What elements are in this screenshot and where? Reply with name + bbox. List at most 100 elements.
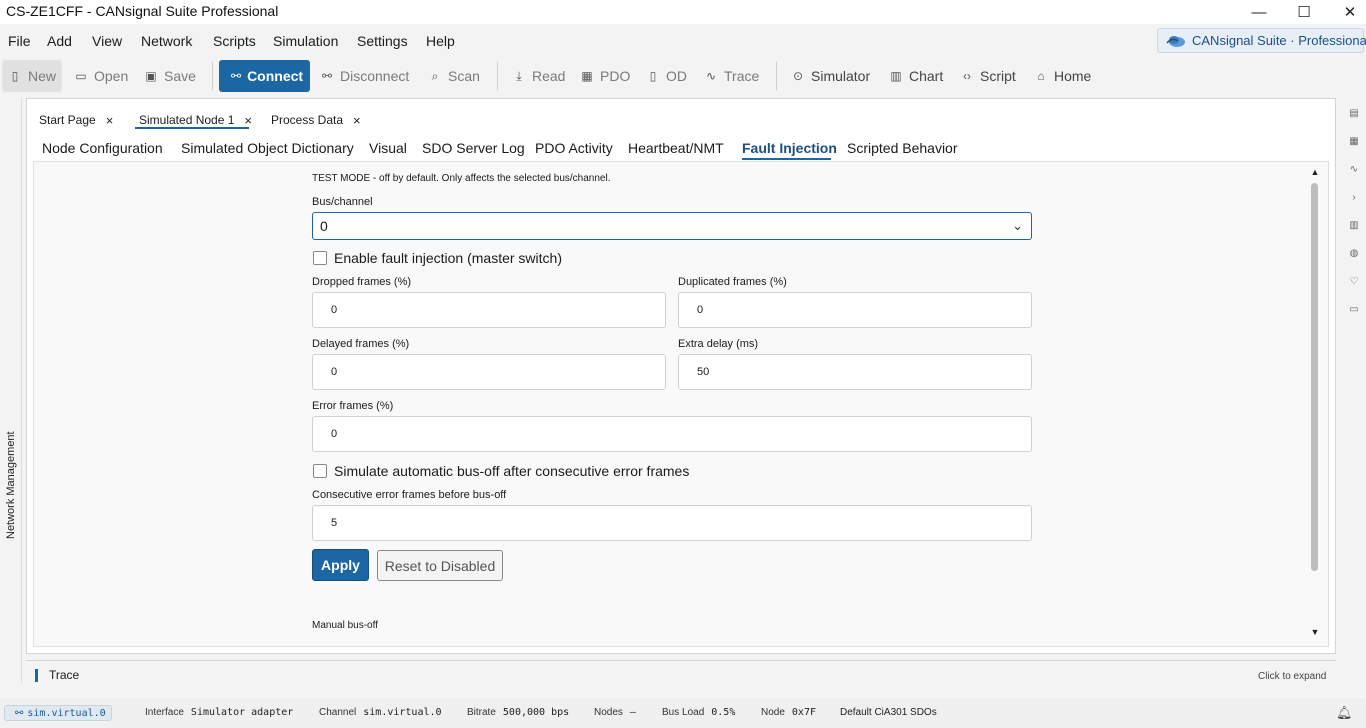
close-icon[interactable]: × [106,113,114,128]
consecutive-error-frames-label: Consecutive error frames before bus-off [312,489,507,501]
right-sidebar: ▤ ▦ ∿ › ▥ ◍ ♡ ▭ [1340,98,1366,684]
subtab-node-configuration[interactable]: Node Configuration [42,140,163,156]
tab-start-page[interactable]: Start Page × [39,108,113,132]
disconnect-button[interactable]: ⚯ Disconnect [320,60,409,92]
active-subtab-indicator [742,158,831,160]
status-nodes-value: – [629,707,636,718]
toolbar-separator [776,62,777,90]
link-icon: ⚯ [231,69,242,83]
menu-help[interactable]: Help [426,33,455,49]
home-button[interactable]: ⌂ Home [1034,60,1091,92]
toolbar: ▯ New ▭ Open ▣ Save ⚯ Connect ⚯ Disconnect ⌕ S… [0,58,1366,94]
bus-off-label: Simulate automatic bus-off after consecu… [334,463,690,479]
save-button[interactable]: ▣ Save [144,60,196,92]
scroll-up-arrow-icon[interactable]: ▲ [1309,167,1321,179]
delayed-frames-input[interactable]: 0 [312,354,666,390]
duplicated-frames-input[interactable]: 0 [678,292,1032,328]
trace-accent [35,669,38,682]
subtab-sdo-server-log[interactable]: SDO Server Log [422,140,525,156]
extra-delay-input[interactable]: 50 [678,354,1032,390]
close-icon[interactable]: × [244,113,252,128]
book-icon: ▯ [649,69,657,83]
bus-off-checkbox[interactable] [313,464,327,478]
menu-settings[interactable]: Settings [357,33,408,49]
script-label: Script [980,68,1016,84]
minimize-button[interactable]: — [1236,0,1282,24]
scan-label: Scan [448,68,480,84]
subtab-visual[interactable]: Visual [369,140,407,156]
close-window-button[interactable]: ✕ [1327,0,1366,24]
trace-expand-hint[interactable]: Click to expand [1258,671,1326,682]
chart-button[interactable]: ▥ Chart [889,60,943,92]
disconnect-label: Disconnect [340,68,410,84]
subtab-simulated-object-dictionary[interactable]: Simulated Object Dictionary [181,140,354,156]
title-bar: CS-ZE1CFF - CANsignal Suite Professional… [0,0,1366,24]
save-icon: ▣ [145,69,157,83]
trace-button[interactable]: ∿ Trace [704,60,759,92]
read-label: Read [532,68,566,84]
status-interface-value: Simulator adapter [190,707,294,718]
scrollbar-thumb[interactable] [1311,183,1318,571]
status-channel-value: sim.virtual.0 [363,707,442,718]
network-management-label: Network Management [5,431,17,539]
menu-scripts[interactable]: Scripts [213,33,256,49]
document-icon[interactable]: ▤ [1348,108,1360,120]
interface-chip[interactable]: ⚯ sim.virtual.0 [4,705,112,721]
scan-button[interactable]: ⌕ Scan [428,60,480,92]
subtab-pdo-activity[interactable]: PDO Activity [535,140,613,156]
interface-chip-label: sim.virtual.0 [27,707,106,719]
new-label: New [27,68,56,84]
enable-fault-injection-checkbox[interactable] [313,251,327,265]
status-bus-load: Bus Load 0.5% [662,707,735,718]
menu-view[interactable]: View [92,33,122,49]
menu-file[interactable]: File [8,33,31,49]
simulator-button[interactable]: ⊙ Simulator [791,60,870,92]
trace-panel-bar[interactable]: Trace Click to expand [26,660,1336,688]
menu-add[interactable]: Add [47,33,72,49]
subtab-fault-injection[interactable]: Fault Injection [742,140,837,156]
status-channel: Channel sim.virtual.0 [319,707,442,718]
od-label: OD [666,68,687,84]
subtab-scripted-behavior[interactable]: Scripted Behavior [847,140,958,156]
chart-icon[interactable]: ▥ [1348,220,1360,232]
brand-badge[interactable]: CANsignal Suite · Professional [1157,28,1366,53]
consecutive-error-frames-input[interactable]: 5 [312,505,1032,541]
network-management-panel[interactable]: Network Management [0,98,22,684]
tab-label: Simulated Node 1 [139,113,235,127]
status-channel-key: Channel [319,707,357,718]
trace-label: Trace [724,68,760,84]
code-icon[interactable]: › [1348,192,1360,204]
connect-button[interactable]: ⚯ Connect [219,60,310,92]
dropped-frames-input[interactable]: 0 [312,292,666,328]
bus-channel-select[interactable]: 0 ⌄ [312,212,1032,240]
grid-icon[interactable]: ▦ [1348,136,1360,148]
apply-button[interactable]: Apply [312,549,369,581]
heart-icon[interactable]: ♡ [1348,276,1360,288]
reset-to-disabled-button[interactable]: Reset to Disabled [377,550,503,581]
od-button[interactable]: ▯ OD [646,60,687,92]
menu-network[interactable]: Network [141,33,192,49]
close-icon[interactable]: × [353,113,361,128]
globe-icon[interactable]: ◍ [1348,248,1360,260]
pulse-icon[interactable]: ∿ [1348,164,1360,176]
status-bitrate-value: 500,000 bps [502,707,570,718]
folder-icon: ▭ [75,69,87,83]
tab-label: Process Data [271,113,344,127]
error-frames-input[interactable]: 0 [312,416,1032,452]
status-nodes: Nodes – [594,707,636,718]
open-button[interactable]: ▭ Open [74,60,128,92]
tab-process-data[interactable]: Process Data × [271,108,361,132]
new-button[interactable]: ▯ New [2,60,62,92]
read-button[interactable]: ⤓ Read [512,60,565,92]
bell-icon[interactable]: 🔔︎ [1336,705,1353,721]
maximize-button[interactable]: ☐ [1281,0,1327,24]
folder-icon[interactable]: ▭ [1348,304,1360,316]
play-circle-icon: ⊙ [792,69,804,83]
scroll-down-arrow-icon[interactable]: ▼ [1309,627,1321,639]
script-button[interactable]: ‹› Script [960,60,1016,92]
pdo-button[interactable]: ▦ PDO [580,60,630,92]
menu-simulation[interactable]: Simulation [273,33,338,49]
code-icon: ‹› [963,69,971,83]
subtab-heartbeat-nmt[interactable]: Heartbeat/NMT [628,140,724,156]
window-title: CS-ZE1CFF - CANsignal Suite Professional [6,3,279,19]
